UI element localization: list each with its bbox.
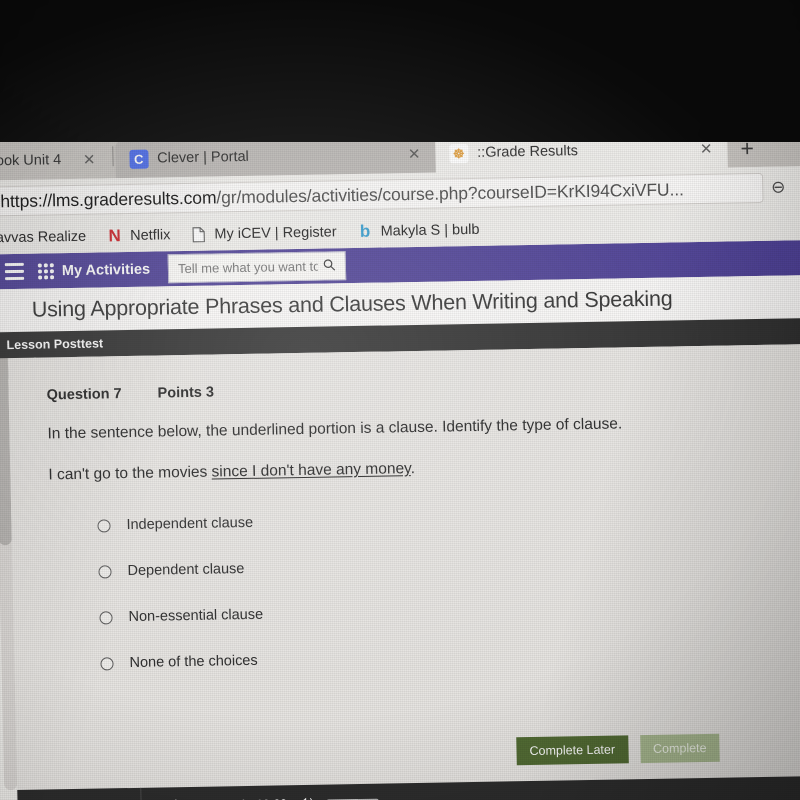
question-actions: Complete Later Complete: [516, 733, 720, 766]
answer-choice-label: Independent clause: [126, 514, 254, 534]
bookmark-label: My iCEV | Register: [214, 224, 337, 243]
bookmark-label: Makyla S | bulb: [380, 221, 480, 240]
sentence-after: .: [410, 460, 416, 478]
screen-photo: extbook Unit 4 ✕ C Clever | Portal ✕ ☸ :…: [0, 0, 800, 800]
photo-bezel-top: [0, 0, 800, 142]
tell-me-search-box[interactable]: [167, 251, 347, 284]
answer-choice-label: Non-essential clause: [128, 606, 264, 626]
complete-button[interactable]: Complete: [639, 733, 720, 764]
bookmark-my-icev[interactable]: My iCEV | Register: [190, 224, 337, 244]
clever-icon: C: [129, 149, 149, 169]
tab-title: extbook Unit 4: [0, 152, 62, 170]
radio-button[interactable]: [97, 518, 111, 533]
answer-choice-2[interactable]: Non-essential clause: [99, 597, 800, 625]
tell-me-search-input[interactable]: [177, 258, 319, 277]
radio-button[interactable]: [98, 564, 112, 579]
search-icon[interactable]: [323, 258, 336, 274]
my-activities-label: My Activities: [61, 261, 151, 279]
tab-close-icon[interactable]: ✕: [80, 150, 98, 169]
url-text: https://lms.graderesults.com/gr/modules/…: [0, 179, 684, 212]
grade-results-icon: ☸: [448, 143, 469, 163]
bookmark-netflix[interactable]: N Netflix: [106, 226, 171, 246]
bookmark-label: Netflix: [129, 227, 171, 244]
question-points: Points 3: [157, 384, 215, 402]
radio-button[interactable]: [100, 656, 114, 671]
url-domain: https://lms.graderesults.com: [0, 186, 217, 211]
previous-button[interactable]: « Previous: [17, 787, 143, 800]
sentence-underlined-clause: since I don't have any money: [211, 460, 411, 481]
question-header: Question 7 Points 3: [46, 374, 800, 404]
bookmark-savvas-realize[interactable]: S Savvas Realize: [0, 228, 86, 247]
answer-choice-3[interactable]: None of the choices: [100, 643, 800, 671]
answer-choice-0[interactable]: Independent clause: [97, 505, 800, 533]
tab-title: Clever | Portal: [157, 148, 249, 167]
bookmark-label: Savvas Realize: [0, 228, 87, 247]
zoom-out-icon[interactable]: ⊖: [763, 177, 793, 198]
player-transport: 00:00 / 00:00: [142, 794, 380, 800]
lms-page: S 57% ♙ as: [0, 239, 800, 800]
netflix-icon: N: [108, 226, 121, 246]
tab-close-icon[interactable]: ✕: [405, 145, 423, 163]
speaker-icon[interactable]: [299, 795, 315, 800]
radio-button[interactable]: [99, 610, 113, 625]
computer-screen: extbook Unit 4 ✕ C Clever | Portal ✕ ☸ :…: [0, 121, 800, 800]
waffle-icon: [37, 262, 55, 280]
complete-later-button[interactable]: Complete Later: [516, 735, 629, 766]
question-number: Question 7: [46, 386, 122, 404]
answer-choice-list: Independent clause Dependent clause Non-…: [49, 505, 800, 672]
answer-choice-label: Dependent clause: [127, 560, 245, 580]
answer-choice-label: None of the choices: [129, 652, 258, 672]
answer-choice-1[interactable]: Dependent clause: [98, 551, 800, 579]
menu-stack-icon[interactable]: [4, 262, 25, 281]
question-sentence: I can't go to the movies since I don't h…: [48, 453, 800, 484]
browser-tab-0[interactable]: extbook Unit 4 ✕: [0, 140, 111, 181]
favorite-star-icon[interactable]: ☆: [793, 177, 800, 198]
tab-divider: [111, 146, 114, 167]
my-activities-button[interactable]: My Activities: [37, 261, 151, 280]
question-prompt: In the sentence below, the underlined po…: [47, 415, 623, 443]
bookmark-makyla-bulb[interactable]: b Makyla S | bulb: [356, 221, 480, 241]
bulb-icon: b: [359, 221, 371, 241]
page-icon: [190, 226, 207, 243]
sentence-before: I can't go to the movies: [48, 463, 212, 484]
question-panel: Question 7 Points 3 In the sentence belo…: [7, 343, 800, 790]
tab-title: ::Grade Results: [476, 143, 579, 161]
url-path: /gr/modules/activities/course.php?course…: [216, 178, 684, 207]
tab-close-icon[interactable]: ✕: [697, 140, 715, 158]
